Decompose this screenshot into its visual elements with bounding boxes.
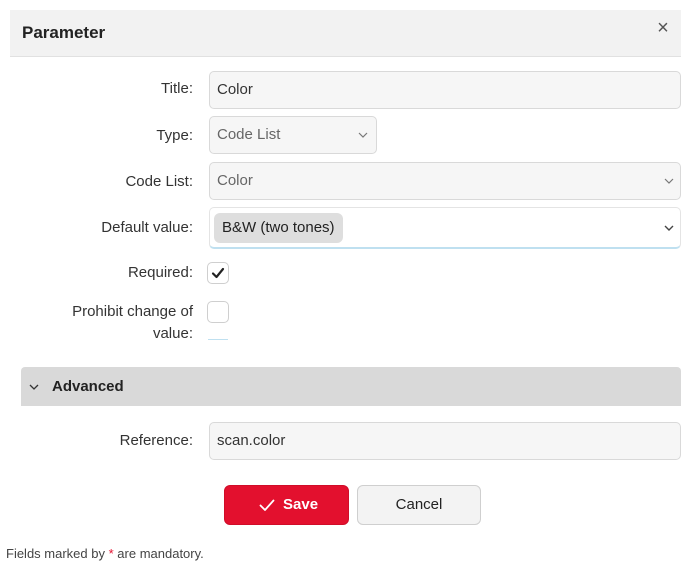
type-select-value: Code List: [217, 126, 281, 143]
type-select[interactable]: Code List: [209, 116, 377, 154]
reference-label: Reference:: [119, 432, 193, 449]
chevron-down-icon: [358, 132, 368, 138]
mandatory-note-suffix: are mandatory.: [117, 546, 204, 561]
cancel-button[interactable]: Cancel: [357, 485, 481, 525]
title-input-value: Color: [217, 81, 253, 98]
default-value-select[interactable]: B&W (two tones): [209, 207, 681, 249]
default-value-label: Default value:: [101, 219, 193, 236]
checkmark-icon: [211, 267, 225, 279]
dialog-title: Parameter: [22, 23, 106, 42]
required-label: Required:: [127, 264, 193, 281]
type-label: Type:: [156, 127, 193, 144]
close-icon[interactable]: ×: [653, 18, 673, 38]
mandatory-note: Fields marked by * are mandatory.: [6, 546, 204, 561]
save-button-label: Save: [283, 496, 319, 513]
chevron-down-icon: [664, 225, 674, 231]
parameter-dialog: Parameter × Title: Color Type: Code List…: [0, 0, 681, 567]
reference-input-value: scan.color: [217, 432, 286, 449]
prohibit-change-label-line2: value:: [152, 325, 193, 342]
dialog-header: Parameter ×: [10, 10, 681, 57]
code-list-select-value: Color: [217, 172, 253, 189]
required-checkbox[interactable]: [207, 262, 229, 284]
title-label: Title:: [161, 80, 193, 97]
checkmark-icon: [259, 499, 275, 511]
code-list-label: Code List:: [125, 173, 193, 190]
selected-value-chip: B&W (two tones): [214, 213, 343, 243]
code-list-select[interactable]: Color: [209, 162, 681, 200]
prohibit-change-label-line1: Prohibit change of: [72, 303, 193, 320]
reference-input[interactable]: scan.color: [209, 422, 681, 460]
mandatory-note-prefix: Fields marked by: [6, 546, 105, 561]
mandatory-star: *: [108, 546, 114, 561]
save-button[interactable]: Save: [224, 485, 349, 525]
advanced-section-header[interactable]: Advanced: [21, 367, 681, 406]
checkbox-focus-line: [208, 339, 228, 340]
prohibit-change-checkbox[interactable]: [207, 301, 229, 323]
advanced-section-title: Advanced: [52, 378, 124, 395]
title-input[interactable]: Color: [209, 71, 681, 109]
chevron-down-icon: [664, 178, 674, 184]
chevron-down-icon: [29, 384, 39, 390]
